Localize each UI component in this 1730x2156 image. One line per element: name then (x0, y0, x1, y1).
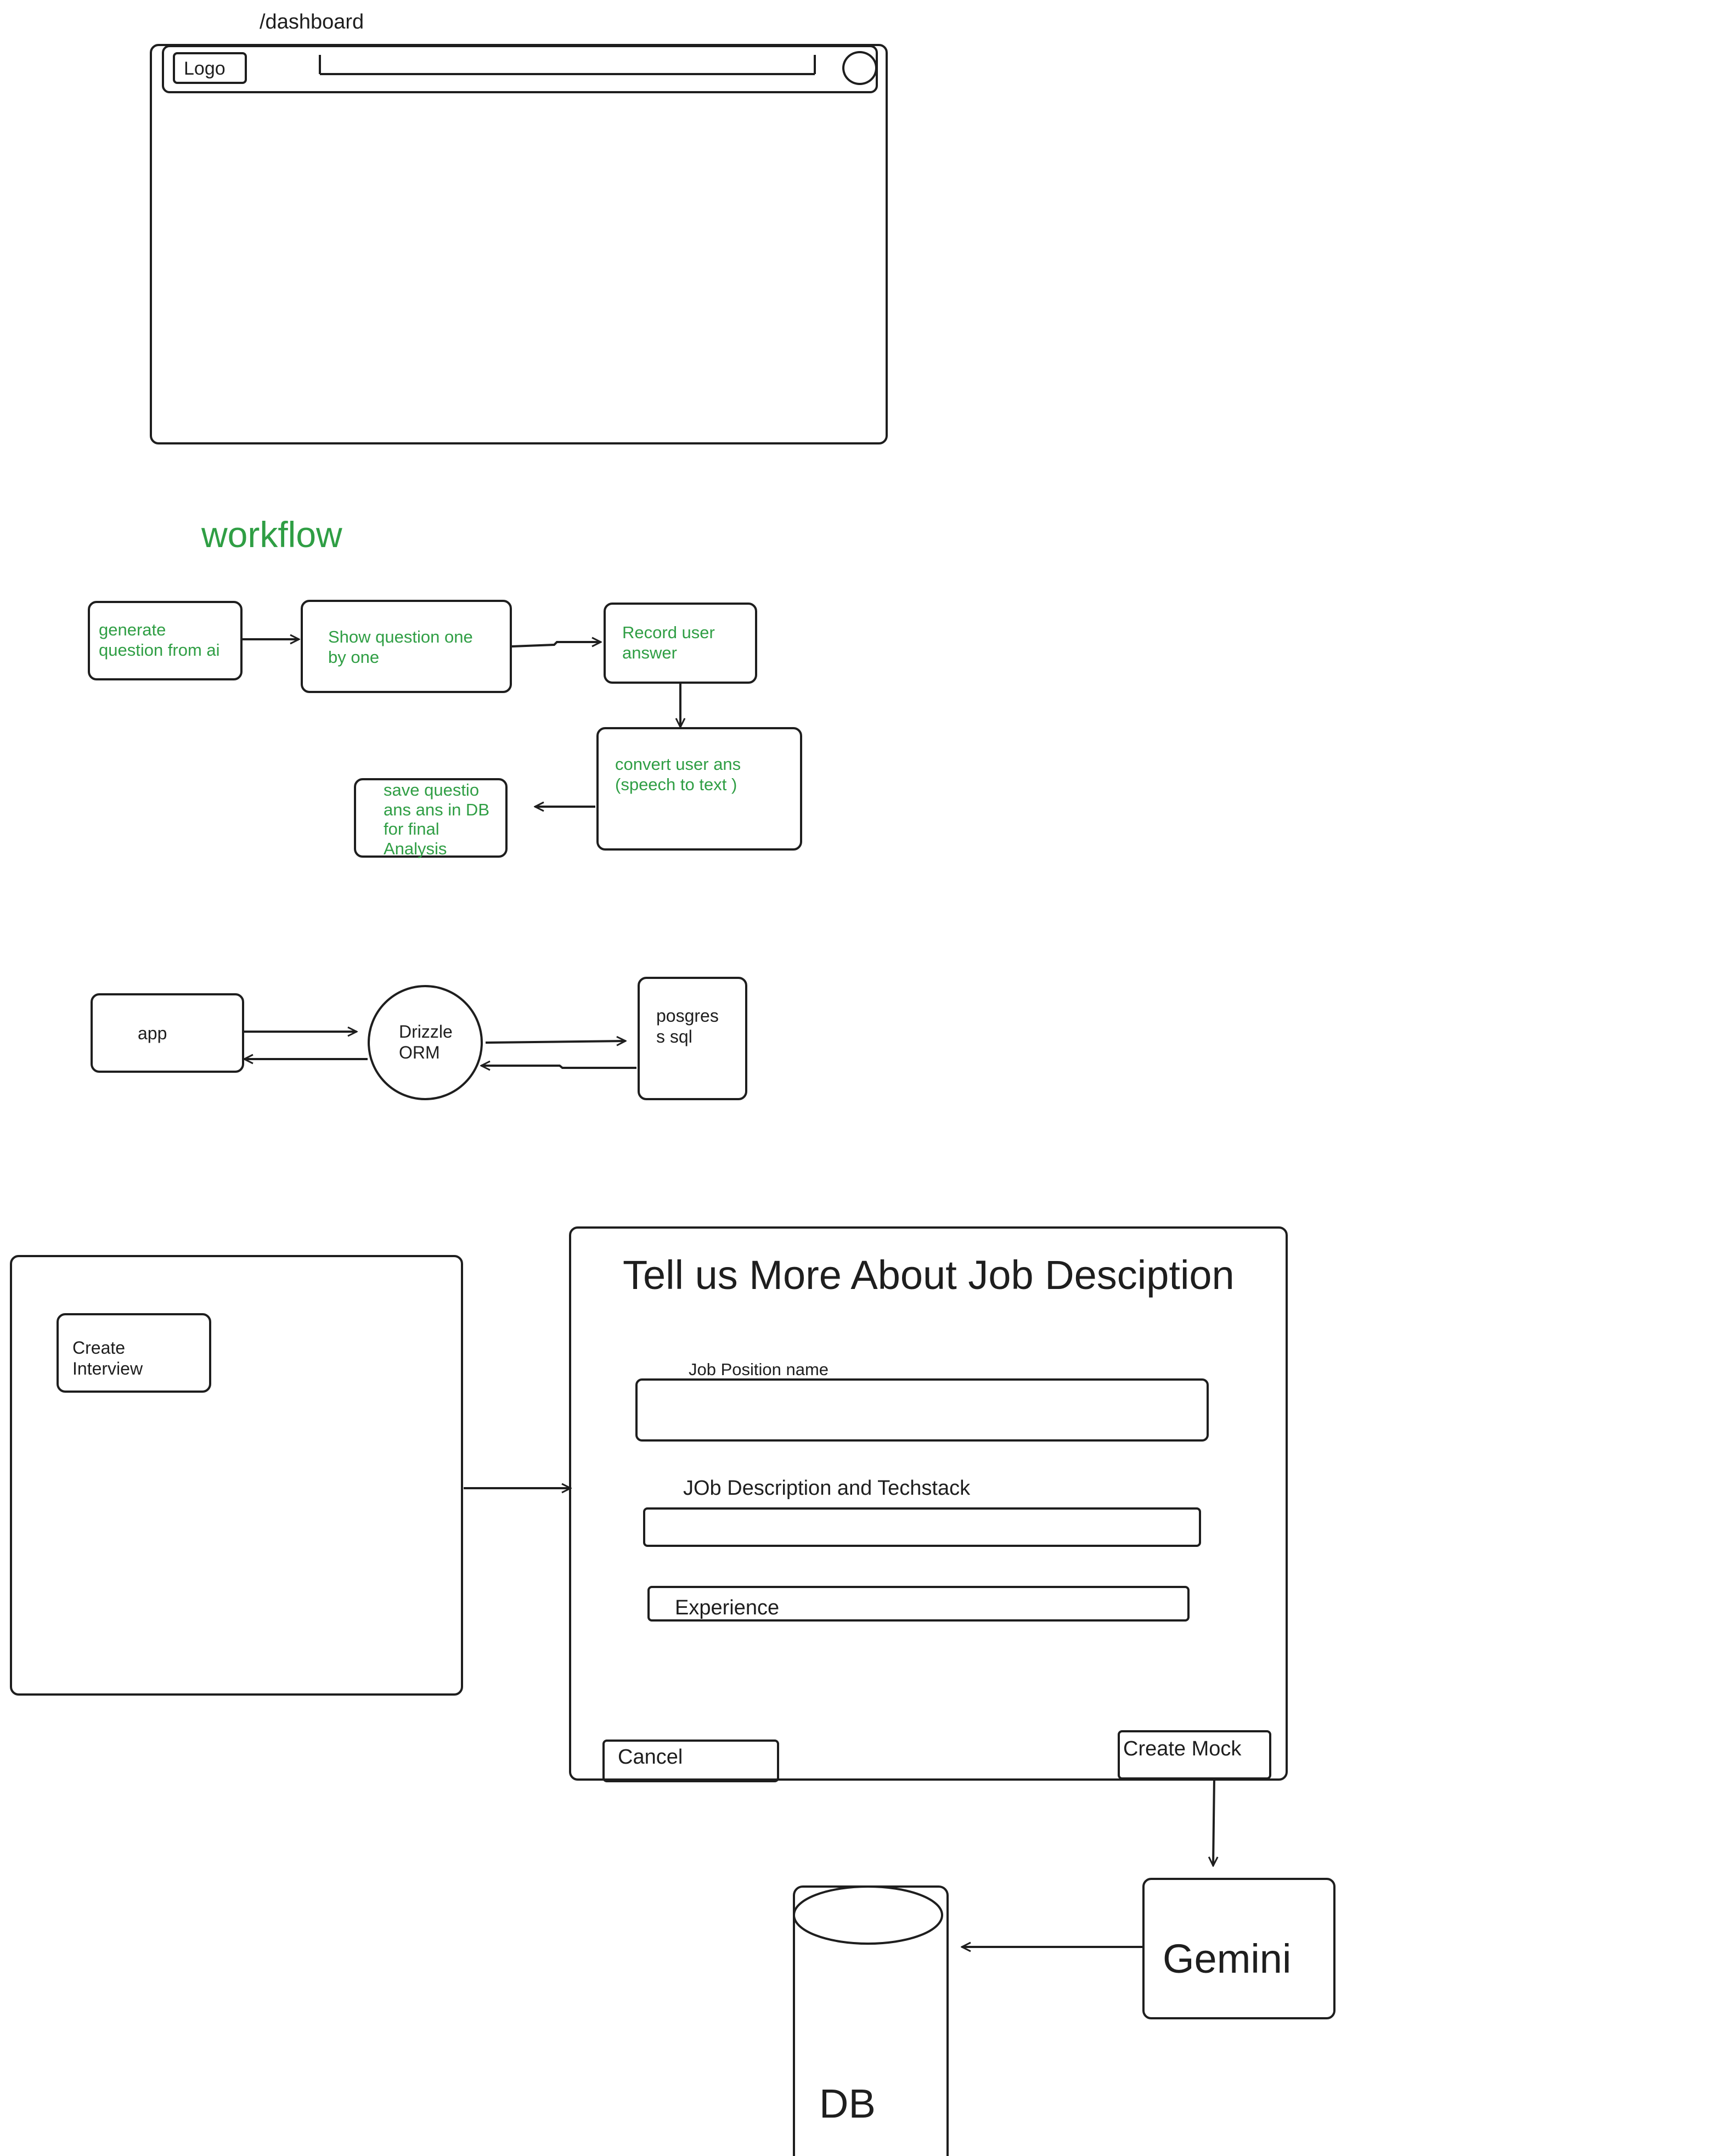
app-label: app (138, 1023, 167, 1043)
postgres-node: posgres s sql (638, 977, 747, 1100)
job-description-label: JOb Description and Techstack (683, 1477, 971, 1500)
step-record-answer: Record user answer (604, 603, 757, 684)
job-description-dialog (569, 1226, 1288, 1781)
cancel-label: Cancel (618, 1746, 683, 1769)
dashboard-frame (150, 44, 888, 444)
arrow-orm-to-db (485, 1041, 625, 1043)
job-position-label: Job Position name (689, 1360, 829, 1379)
step-generate-question: generate question from ai (88, 601, 243, 680)
gemini-label: Gemini (1163, 1936, 1292, 1982)
experience-input[interactable]: Experience (647, 1586, 1190, 1622)
dashboard-header (162, 45, 878, 93)
logo-button[interactable]: Logo (173, 52, 247, 84)
step-generate-label: generate question from ai (99, 620, 220, 660)
cancel-button[interactable]: Cancel (602, 1740, 779, 1782)
step-show-label: Show question one by one (328, 627, 473, 667)
experience-placeholder: Experience (675, 1596, 780, 1619)
postgres-label: posgres s sql (656, 1006, 719, 1047)
dialog-title: Tell us More About Job Desciption (623, 1252, 1235, 1298)
step-convert-label: convert user ans (speech to text ) (615, 755, 741, 795)
step-record-label: Record user answer (622, 623, 715, 663)
route-label: /dashboard (260, 10, 364, 33)
step-save-label: save questio ans ans in DB for final Ana… (384, 780, 489, 858)
step-save-db: save questio ans ans in DB for final Ana… (354, 778, 508, 858)
create-mock-button[interactable]: Create Mock (1118, 1730, 1271, 1780)
create-interview-label: Create Interview (72, 1338, 143, 1379)
gemini-node: Gemini (1142, 1878, 1335, 2019)
db-label: DB (819, 2081, 876, 2126)
whiteboard-canvas: /dashboard Logo workflow generate questi… (0, 0, 1730, 2156)
avatar-icon[interactable] (842, 51, 877, 85)
logo-label: Logo (184, 58, 226, 79)
arrow-mock-to-gemini (1213, 1777, 1214, 1866)
create-interview-button[interactable]: Create Interview (57, 1313, 211, 1393)
arrow-show-to-record (511, 642, 601, 648)
orm-node: Drizzle ORM (368, 985, 483, 1100)
create-mock-label: Create Mock (1123, 1737, 1242, 1760)
job-position-input[interactable] (635, 1378, 1209, 1442)
arrow-db-to-orm (481, 1066, 636, 1068)
orm-label: Drizzle ORM (399, 1022, 453, 1063)
workflow-title: workflow (201, 514, 342, 555)
step-show-question: Show question one by one (301, 600, 512, 693)
step-convert-speech: convert user ans (speech to text ) (596, 727, 802, 851)
job-description-input[interactable] (643, 1507, 1201, 1547)
app-node: app (91, 993, 244, 1073)
